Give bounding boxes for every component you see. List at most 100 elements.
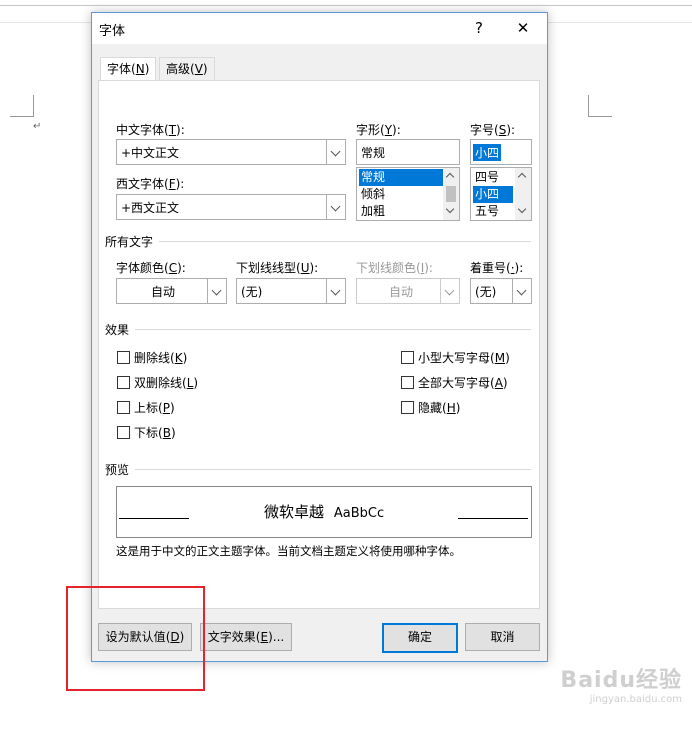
- text-effects-label: 文字效果: [207, 630, 256, 644]
- subscript-label: 下标(B): [134, 426, 176, 440]
- list-item[interactable]: 四号: [473, 169, 513, 186]
- tab-advanced[interactable]: 高级(V): [159, 57, 215, 80]
- list-item[interactable]: 五号: [473, 203, 513, 220]
- emphasis-mark-label-text: 着重号: [470, 261, 507, 275]
- scroll-down-icon[interactable]: [445, 204, 455, 214]
- small-caps-label: 小型大写字母(M): [418, 351, 510, 365]
- dropdown-arrow-icon[interactable]: [326, 140, 345, 164]
- subscript-key: B: [162, 426, 171, 440]
- font-style-label: 字形(Y):: [356, 123, 401, 137]
- list-item[interactable]: 加粗: [359, 203, 443, 220]
- font-size-key: S: [498, 123, 507, 137]
- close-button[interactable]: ✕: [511, 17, 535, 39]
- watermark: Baidu经验 jingyan.baidu.com: [560, 662, 682, 705]
- western-font-label: 西文字体(F):: [116, 177, 185, 191]
- small-caps-label-text: 小型大写字母: [418, 351, 491, 365]
- scrollbar[interactable]: [443, 168, 459, 220]
- list-item[interactable]: 小四: [473, 186, 513, 203]
- font-style-list[interactable]: 常规 倾斜 加粗: [356, 167, 460, 221]
- margin-corner-right: [588, 95, 612, 117]
- tab-font-key: N: [135, 62, 145, 76]
- underline-color-value: 自动: [389, 285, 414, 299]
- checkbox-icon[interactable]: [401, 401, 414, 414]
- checkbox-icon[interactable]: [401, 351, 414, 364]
- scroll-thumb[interactable]: [446, 186, 456, 202]
- font-style-input[interactable]: 常规: [356, 139, 460, 165]
- watermark-url: jingyan.baidu.com: [589, 694, 682, 705]
- font-size-value: 小四: [473, 144, 502, 161]
- tab-font[interactable]: 字体(N): [100, 57, 157, 80]
- font-size-label-text: 字号: [470, 123, 495, 137]
- font-color-key: C: [168, 261, 178, 275]
- underline-style-value: (无): [241, 285, 263, 299]
- hidden-label-text: 隐藏: [418, 401, 443, 415]
- small-caps-key: M: [494, 351, 506, 365]
- preview-box: 微软卓越 AaBbCc: [116, 486, 532, 538]
- checkbox-icon[interactable]: [117, 351, 130, 364]
- font-style-label-text: 字形: [356, 123, 381, 137]
- checkbox-icon[interactable]: [117, 376, 130, 389]
- font-color-label: 字体颜色(C):: [116, 261, 186, 275]
- all-caps-label: 全部大写字母(A): [418, 376, 508, 390]
- underline-style-label-text: 下划线线型: [236, 261, 297, 275]
- subscript-label-text: 下标: [134, 426, 159, 440]
- double-strikethrough-key: L: [186, 376, 194, 390]
- underline-color-label: 下划线颜色(I):: [356, 261, 433, 275]
- font-dialog: 字体 ? ✕ 字体(N) 高级(V) 中文字体(T): +中文正文 西文字体(F…: [91, 12, 548, 662]
- tab-advanced-key: V: [194, 62, 203, 76]
- checkbox-icon[interactable]: [117, 401, 130, 414]
- emphasis-mark-value: (无): [475, 285, 497, 299]
- effects-section-title: 效果: [105, 323, 130, 337]
- scroll-up-icon[interactable]: [445, 172, 455, 182]
- scrollbar[interactable]: [515, 168, 531, 220]
- list-item[interactable]: 倾斜: [359, 186, 443, 203]
- list-item[interactable]: 常规: [359, 169, 443, 186]
- font-color-label-text: 字体颜色: [116, 261, 165, 275]
- font-size-list[interactable]: 四号 小四 五号: [470, 167, 532, 221]
- scroll-up-icon[interactable]: [517, 172, 527, 182]
- preview-baseline-right: [458, 518, 528, 519]
- chinese-font-key: T: [168, 123, 177, 137]
- emphasis-mark-select[interactable]: (无): [470, 278, 532, 304]
- help-button[interactable]: ?: [467, 17, 491, 39]
- dropdown-arrow-icon: [440, 279, 459, 303]
- cancel-button[interactable]: 取消: [465, 623, 540, 651]
- emphasis-mark-key: ·: [510, 261, 515, 275]
- chinese-font-select[interactable]: +中文正文: [116, 139, 346, 165]
- double-strikethrough-label-text: 双删除线: [134, 376, 183, 390]
- tab-advanced-label: 高级: [166, 62, 191, 76]
- ok-button[interactable]: 确定: [382, 623, 458, 653]
- font-size-input[interactable]: 小四: [470, 139, 532, 165]
- chinese-font-label-text: 中文字体: [116, 123, 165, 137]
- font-color-select[interactable]: 自动: [116, 278, 227, 304]
- hidden-label: 隐藏(H): [418, 401, 461, 415]
- dropdown-arrow-icon[interactable]: [512, 279, 531, 303]
- strikethrough-label-text: 删除线: [134, 351, 171, 365]
- text-effects-button[interactable]: 文字效果(E)...: [200, 623, 292, 651]
- font-tab-panel: 中文字体(T): +中文正文 西文字体(F): +西文正文 字形(Y): 常规 …: [98, 80, 540, 609]
- font-style-value: 常规: [361, 146, 386, 160]
- all-text-section-title: 所有文字: [105, 235, 154, 249]
- western-font-key: F: [168, 177, 176, 191]
- western-font-value: +西文正文: [121, 201, 180, 215]
- preview-baseline-left: [119, 518, 189, 519]
- text-effects-key: E: [260, 630, 269, 644]
- preview-sample-cn: 微软卓越: [264, 503, 325, 521]
- chinese-font-label: 中文字体(T):: [116, 123, 185, 137]
- dropdown-arrow-icon[interactable]: [207, 279, 226, 303]
- preview-sample-en: AaBbCc: [333, 506, 385, 521]
- all-caps-key: A: [494, 376, 503, 390]
- tab-font-label: 字体: [107, 62, 132, 76]
- dropdown-arrow-icon[interactable]: [326, 279, 345, 303]
- dropdown-arrow-icon[interactable]: [326, 195, 345, 219]
- margin-corner-left: [10, 95, 34, 117]
- checkbox-icon[interactable]: [117, 426, 130, 439]
- underline-style-select[interactable]: (无): [236, 278, 346, 304]
- underline-color-label-text: 下划线颜色: [356, 261, 417, 275]
- checkbox-icon[interactable]: [401, 376, 414, 389]
- western-font-select[interactable]: +西文正文: [116, 194, 346, 220]
- superscript-key: P: [162, 401, 170, 415]
- superscript-label: 上标(P): [134, 401, 175, 415]
- scroll-down-icon[interactable]: [517, 204, 527, 214]
- chinese-font-value: +中文正文: [121, 146, 180, 160]
